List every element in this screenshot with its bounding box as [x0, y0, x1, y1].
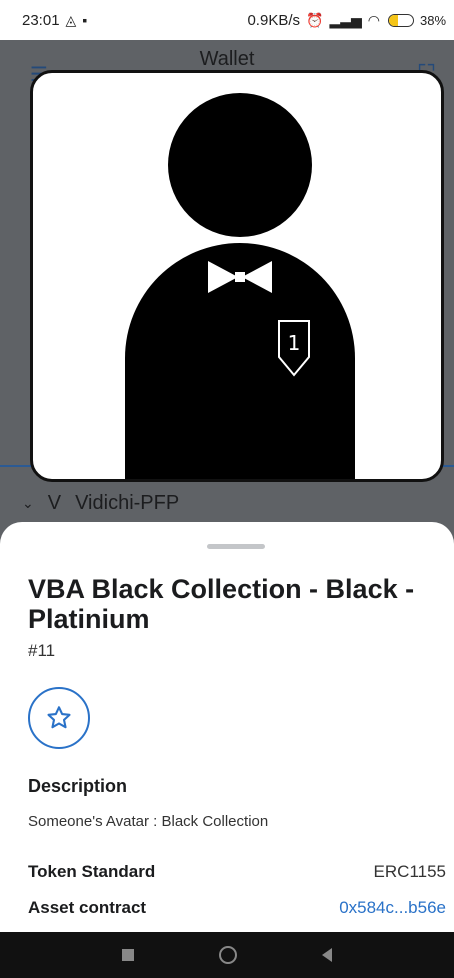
- network-speed: 0.9KB/s: [247, 11, 300, 29]
- notification-icon: ▪: [82, 12, 88, 28]
- token-id: #11: [28, 641, 56, 660]
- token-standard-value: ERC1155: [373, 862, 446, 881]
- avatar-head: [168, 93, 312, 237]
- avatar-illustration: 1: [125, 93, 355, 479]
- collection-initial: V: [47, 492, 62, 514]
- status-left: 23:01 ◬ ▪: [22, 12, 87, 29]
- star-icon: [47, 706, 71, 729]
- status-bar: 23:01 ◬ ▪ 0.9KB/s ⏰ ▂▃▅ ◠ 38%: [0, 0, 454, 40]
- battery-fill: [388, 14, 399, 26]
- status-right: 0.9KB/s ⏰ ▂▃▅ ◠ 38%: [247, 12, 446, 29]
- drive-icon: ◬: [65, 11, 77, 28]
- badge-number: 1: [288, 331, 301, 355]
- nft-detail-sheet: VBA Black Collection - Black - Platinium…: [0, 522, 454, 932]
- recents-button[interactable]: [122, 949, 135, 961]
- token-standard-row: Token Standard ERC1155: [28, 862, 446, 882]
- token-standard-label: Token Standard: [28, 862, 156, 881]
- signal-icon: ▂▃▅: [329, 11, 362, 28]
- asset-contract-label: Asset contract: [28, 898, 147, 917]
- back-button[interactable]: [321, 948, 332, 962]
- wifi-icon: ◠: [367, 11, 380, 28]
- chevron-down-icon: ⌄: [22, 495, 34, 511]
- nft-title: VBA Black Collection - Black - Platinium: [28, 574, 415, 634]
- collection-row: ⌄ V Vidichi-PFP: [22, 492, 179, 515]
- battery-percent: 38%: [419, 12, 446, 28]
- background-title: Wallet: [199, 48, 255, 70]
- bowtie-knot: [235, 272, 245, 282]
- description-text: Someone's Avatar : Black Collection: [28, 813, 269, 830]
- alarm-icon: ⏰: [306, 11, 324, 28]
- collection-name: Vidichi-PFP: [75, 492, 180, 514]
- home-button[interactable]: [218, 946, 237, 964]
- favorite-button[interactable]: [28, 687, 90, 749]
- nft-image: 1: [30, 70, 444, 482]
- navigation-bar: [0, 932, 454, 978]
- description-heading: Description: [28, 776, 128, 796]
- status-time: 23:01: [22, 11, 60, 29]
- battery-icon: [387, 13, 414, 27]
- asset-contract-link[interactable]: 0x584c...b56e: [339, 898, 446, 918]
- drag-handle[interactable]: [207, 544, 265, 549]
- asset-contract-row: Asset contract 0x584c...b56e: [28, 898, 446, 918]
